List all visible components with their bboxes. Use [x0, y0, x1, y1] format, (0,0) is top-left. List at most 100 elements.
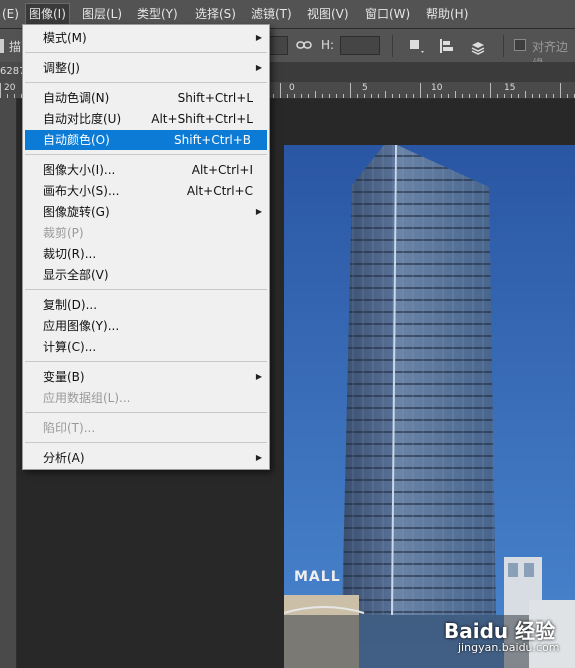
ruler-tick — [364, 94, 365, 98]
menu-item-auto-contrast[interactable]: 自动对比度(U) Alt+Shift+Ctrl+L — [23, 109, 269, 129]
menu-edit[interactable]: (E) — [2, 0, 19, 28]
menu-item-mode[interactable]: 模式(M) ▶ — [23, 28, 269, 48]
menu-item-analysis[interactable]: 分析(A) ▶ — [23, 448, 269, 468]
ruler-tick — [462, 94, 463, 98]
menu-item-reveal-all[interactable]: 显示全部(V) — [23, 265, 269, 285]
ruler-tick — [329, 94, 330, 98]
ruler-tick — [511, 94, 512, 98]
link-icon[interactable] — [296, 37, 312, 56]
menu-item-label: 自动对比度(U) — [43, 112, 122, 126]
menu-item-label: 裁切(R)... — [43, 247, 97, 261]
ruler-tick — [539, 94, 540, 98]
ruler-tick — [448, 94, 449, 98]
menu-item-image-size[interactable]: 图像大小(I)... Alt+Ctrl+I — [23, 160, 269, 180]
ruler-tick — [294, 94, 295, 98]
ruler-tick — [553, 94, 554, 98]
menu-item-label: 复制(D)... — [43, 298, 98, 312]
shortcut-label: Alt+Ctrl+I — [191, 163, 253, 177]
menu-item-label: 画布大小(S)... — [43, 184, 120, 198]
menu-separator — [25, 442, 267, 443]
watermark-url: jingyan.baidu.com — [458, 641, 560, 654]
ruler-label: 10 — [431, 83, 443, 93]
path-alignment-icon[interactable] — [437, 37, 455, 58]
ruler-tick — [518, 94, 519, 98]
menu-item-label: 自动色调(N) — [43, 91, 110, 105]
submenu-arrow-icon: ▶ — [255, 33, 262, 42]
ruler-tick — [476, 94, 477, 98]
menu-separator — [25, 52, 267, 53]
menu-item-label: 显示全部(V) — [43, 268, 109, 282]
ruler-tick — [371, 94, 372, 98]
menu-item-label: 应用数据组(L)... — [43, 391, 131, 405]
submenu-arrow-icon: ▶ — [255, 207, 262, 216]
ruler-tick — [280, 83, 281, 98]
menu-separator — [25, 82, 267, 83]
menu-item-label: 图像大小(I)... — [43, 163, 116, 177]
menu-item-label: 裁剪(P) — [43, 226, 84, 240]
ruler-tick — [287, 94, 288, 98]
divider — [503, 35, 504, 57]
menu-item-apply-data-set: 应用数据组(L)... — [23, 388, 269, 408]
menu-item-trap: 陷印(T)... — [23, 418, 269, 438]
grip-handle[interactable] — [0, 39, 4, 53]
ruler-tick — [441, 94, 442, 98]
ruler-tick — [560, 83, 561, 98]
mall-sign: MALL — [294, 569, 341, 585]
menu-item-image-rotation[interactable]: 图像旋转(G) ▶ — [23, 202, 269, 222]
menu-item-crop: 裁剪(P) — [23, 223, 269, 243]
path-operations-icon[interactable] — [407, 37, 425, 58]
submenu-arrow-icon: ▶ — [255, 453, 262, 462]
menu-item-label: 应用图像(Y)... — [43, 319, 120, 333]
menu-item-label: 陷印(T)... — [43, 421, 96, 435]
vertical-ruler — [0, 98, 17, 668]
ruler-tick — [406, 94, 407, 98]
ruler-label: 20 — [4, 83, 16, 93]
ruler-tick — [273, 94, 274, 98]
ruler-tick — [455, 91, 456, 98]
menu-window[interactable]: 窗口(W) — [365, 0, 410, 28]
ruler-tick — [532, 94, 533, 98]
align-edges-checkbox[interactable] — [514, 39, 526, 51]
menu-item-label: 自动颜色(O) — [43, 133, 110, 147]
ruler-tick — [343, 94, 344, 98]
menu-help[interactable]: 帮助(H) — [426, 0, 468, 28]
menu-item-label: 分析(A) — [43, 451, 85, 465]
ruler-tick — [420, 83, 421, 98]
menu-view[interactable]: 视图(V) — [307, 0, 349, 28]
ruler-tick — [0, 83, 1, 98]
skyscraper-image — [284, 145, 575, 668]
menu-image[interactable]: 图像(I) — [25, 3, 70, 25]
shortcut-label: Shift+Ctrl+L — [177, 91, 253, 105]
ruler-tick — [504, 94, 505, 98]
ruler-tick — [357, 94, 358, 98]
menu-item-adjustments[interactable]: 调整(J) ▶ — [23, 58, 269, 78]
ruler-tick — [399, 94, 400, 98]
ruler-tick — [385, 91, 386, 98]
menu-item-apply-image[interactable]: 应用图像(Y)... — [23, 316, 269, 336]
ruler-tick — [350, 83, 351, 98]
shortcut-label: Alt+Ctrl+C — [186, 184, 253, 198]
menu-item-label: 计算(C)... — [43, 340, 97, 354]
ruler-label: 5 — [362, 83, 368, 93]
ruler-tick — [413, 94, 414, 98]
submenu-arrow-icon: ▶ — [255, 63, 262, 72]
menu-item-calculations[interactable]: 计算(C)... — [23, 337, 269, 357]
menu-item-trim[interactable]: 裁切(R)... — [23, 244, 269, 264]
ruler-tick — [392, 94, 393, 98]
menu-item-variables[interactable]: 变量(B) ▶ — [23, 367, 269, 387]
menu-separator — [25, 412, 267, 413]
menu-item-duplicate[interactable]: 复制(D)... — [23, 295, 269, 315]
ruler-tick — [434, 94, 435, 98]
ruler-tick — [301, 94, 302, 98]
baidu-watermark: Baidu 经验 — [444, 619, 556, 643]
document-tab[interactable]: 6287 — [0, 62, 22, 82]
ruler-tick — [469, 94, 470, 98]
height-field[interactable] — [340, 36, 380, 55]
menu-item-canvas-size[interactable]: 画布大小(S)... Alt+Ctrl+C — [23, 181, 269, 201]
path-arrangement-icon[interactable] — [468, 36, 488, 59]
image-menu-dropdown: 模式(M) ▶ 调整(J) ▶ 自动色调(N) Shift+Ctrl+L 自动对比度(… — [22, 24, 270, 470]
menu-item-auto-color[interactable]: 自动颜色(O) Shift+Ctrl+B — [25, 130, 267, 150]
menu-item-auto-tone[interactable]: 自动色调(N) Shift+Ctrl+L — [23, 88, 269, 108]
menu-separator — [25, 289, 267, 290]
canvas-photo[interactable]: MALL Baidu 经验 jingyan.baidu.com — [284, 145, 575, 668]
